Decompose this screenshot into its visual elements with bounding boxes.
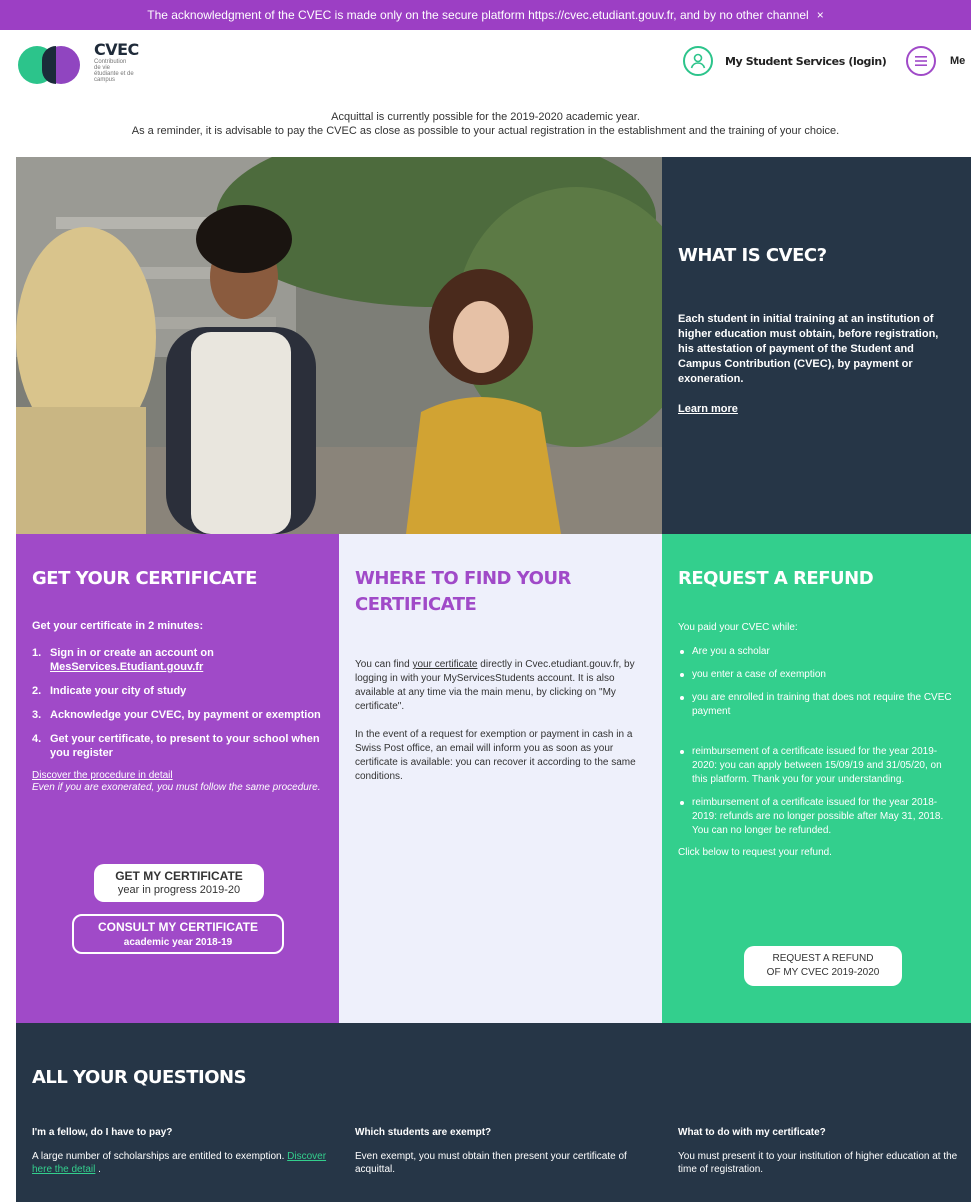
faq-item-certificate: What to do with my certificate? You must… xyxy=(678,1127,971,1176)
refund-title: REQUEST A REFUND xyxy=(678,568,874,589)
procedure-detail-link[interactable]: Discover the procedure in detail xyxy=(32,770,323,781)
refund-click-text: Click below to request your refund. xyxy=(678,847,832,858)
cvec-logo[interactable] xyxy=(16,36,96,92)
list-item: Are you a scholar xyxy=(678,645,955,659)
faq-section: ALL YOUR QUESTIONS I'm a fellow, do I ha… xyxy=(16,1023,971,1202)
where-to-find-panel: WHERE TO FIND YOUR CERTIFICATE You can f… xyxy=(339,534,662,1023)
learn-more-link[interactable]: Learn more xyxy=(678,403,738,415)
hero-photo-students xyxy=(16,157,662,534)
faq-question[interactable]: Which students are exempt? xyxy=(355,1127,655,1138)
what-body: Each student in initial training at an i… xyxy=(678,313,939,385)
list-item: reimbursement of a certificate issued fo… xyxy=(678,745,955,787)
banner-text: The acknowledgment of the CVEC is made o… xyxy=(147,8,809,22)
menu-label: Me xyxy=(950,55,966,67)
get-intro: Get your certificate in 2 minutes: xyxy=(32,620,204,632)
your-certificate-link[interactable]: your certificate xyxy=(412,659,477,670)
list-item: you enter a case of exemption xyxy=(678,668,955,682)
user-icon xyxy=(683,46,713,76)
faq-answer: A large number of scholarships are entit… xyxy=(32,1151,327,1175)
get-my-certificate-button[interactable]: GET MY CERTIFICATE year in progress 2019… xyxy=(94,864,264,902)
consult-my-certificate-button[interactable]: CONSULT MY CERTIFICATE academic year 201… xyxy=(72,914,284,954)
what-title: WHAT IS CVEC? xyxy=(678,245,827,266)
login-label: My Student Services (login) xyxy=(725,54,887,68)
faq-question[interactable]: I'm a fellow, do I have to pay? xyxy=(32,1127,332,1138)
get-certificate-panel: GET YOUR CERTIFICATE Get your certificat… xyxy=(16,534,339,1023)
list-item: you are enrolled in training that does n… xyxy=(678,691,955,719)
faq-title: ALL YOUR QUESTIONS xyxy=(32,1067,247,1088)
faq-answer: Even exempt, you must obtain then presen… xyxy=(355,1151,627,1175)
menu-icon xyxy=(906,46,936,76)
menu-button[interactable]: Me xyxy=(906,46,965,76)
step-item: 2. Indicate your city of study xyxy=(32,685,187,697)
top-banner: The acknowledgment of the CVEC is made o… xyxy=(0,0,971,30)
step-item: 3. Acknowledge your CVEC, by payment or … xyxy=(32,709,321,721)
exonerated-note: Even if you are exonerated, you must fol… xyxy=(32,782,321,793)
academic-year-notice: Acquittal is currently possible for the … xyxy=(0,110,971,138)
banner-close-icon[interactable]: × xyxy=(817,8,824,22)
steps-list: 1. Sign in or create an account on MesSer… xyxy=(32,646,323,760)
messervices-link[interactable]: MesServices.Etudiant.gouv.fr xyxy=(50,661,203,673)
site-header: CVEC Contribution de vie étudiante et de… xyxy=(0,30,971,96)
refund-list: Are you a scholar you enter a case of ex… xyxy=(678,645,955,838)
request-refund-button[interactable]: REQUEST A REFUND OF MY CVEC 2019-2020 xyxy=(744,946,902,986)
where-paragraph-1: You can find your certificate directly i… xyxy=(355,659,635,712)
where-title: WHERE TO FIND YOUR CERTIFICATE xyxy=(355,568,571,615)
login-link[interactable]: My Student Services (login) xyxy=(683,46,887,76)
where-paragraph-2: In the event of a request for exemption … xyxy=(355,729,636,782)
brand-name: CVEC xyxy=(94,40,139,59)
what-is-cvec-panel: WHAT IS CVEC? Each student in initial tr… xyxy=(662,157,971,534)
step-item: 4. Get your certificate, to present to y… xyxy=(32,733,320,759)
faq-item-fellow: I'm a fellow, do I have to pay? A large … xyxy=(32,1127,332,1176)
request-refund-panel: REQUEST A REFUND You paid your CVEC whil… xyxy=(662,534,971,1023)
brand-subtitle: Contribution de vie étudiante et de camp… xyxy=(94,59,134,83)
notice-line-1: Acquittal is currently possible for the … xyxy=(331,111,640,123)
brand: CVEC Contribution de vie étudiante et de… xyxy=(94,40,139,83)
get-title: GET YOUR CERTIFICATE xyxy=(32,568,257,589)
list-item: reimbursement of a certificate issued fo… xyxy=(678,796,955,838)
refund-intro: You paid your CVEC while: xyxy=(678,622,798,633)
faq-answer: You must present it to your institution … xyxy=(678,1151,958,1175)
faq-item-exempt: Which students are exempt? Even exempt, … xyxy=(355,1127,655,1176)
faq-question[interactable]: What to do with my certificate? xyxy=(678,1127,971,1138)
step-item: 1. Sign in or create an account on MesSer… xyxy=(32,647,214,673)
notice-line-2: As a reminder, it is advisable to pay th… xyxy=(131,125,840,137)
